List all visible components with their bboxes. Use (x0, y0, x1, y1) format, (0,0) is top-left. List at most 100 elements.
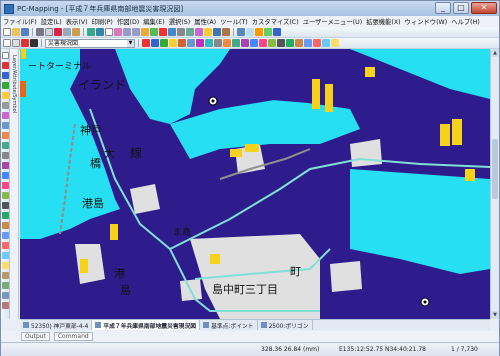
zoom-in-icon[interactable] (123, 28, 131, 36)
settings-tool-icon[interactable] (2, 302, 9, 309)
tool-icon[interactable] (222, 28, 230, 36)
text-icon[interactable] (169, 39, 177, 47)
pointer-icon[interactable] (105, 28, 113, 36)
merge-icon[interactable] (232, 39, 240, 47)
snap-icon[interactable] (205, 39, 213, 47)
node-tool-icon[interactable] (2, 82, 9, 89)
style-icon[interactable] (195, 28, 203, 36)
window-icon[interactable] (246, 28, 254, 36)
symbol-icon[interactable] (331, 39, 339, 47)
menu-view[interactable]: 表示(V) (64, 17, 90, 26)
map-canvas[interactable]: ートターミナル イランド 大 神戸 橋 線 港島 港 島 ま島 島中町三丁目 町 (20, 49, 490, 319)
export-tool-icon[interactable] (2, 292, 9, 299)
polyline-icon[interactable] (151, 39, 159, 47)
map-tool-icon[interactable] (2, 282, 9, 289)
menu-select[interactable]: 選択(S) (167, 17, 193, 26)
rotate-icon[interactable] (259, 39, 267, 47)
delete-tool-icon[interactable] (2, 202, 9, 209)
close-button[interactable]: ✕ (471, 2, 497, 14)
menu-edit[interactable]: 編集(E) (141, 17, 167, 26)
menu-customize[interactable]: カスタマイズ(C) (250, 17, 301, 26)
chevron-down-icon[interactable]: ▼ (127, 39, 134, 47)
symbol-tool-icon[interactable] (2, 262, 9, 269)
cut-tool-icon[interactable] (2, 132, 9, 139)
edit-tool-icon[interactable] (2, 72, 9, 79)
tab-output[interactable]: Output (21, 332, 50, 341)
buffer-tool-icon[interactable] (2, 162, 9, 169)
lasso-icon[interactable] (12, 39, 20, 47)
arc-icon[interactable] (196, 39, 204, 47)
buffer-icon[interactable] (241, 39, 249, 47)
attribute-icon[interactable] (286, 39, 294, 47)
cut-icon[interactable] (54, 28, 62, 36)
pen-icon[interactable] (21, 39, 29, 47)
minimize-button[interactable]: _ (435, 2, 451, 14)
fill-tool-icon[interactable] (2, 122, 9, 129)
menu-attribute[interactable]: 属性(A) (192, 17, 218, 26)
delete-icon[interactable] (277, 39, 285, 47)
menu-tools[interactable]: ツール(T) (218, 17, 250, 26)
query-tool-icon[interactable] (2, 232, 9, 239)
zoom-out-icon[interactable] (132, 28, 140, 36)
tab-command[interactable]: Command (53, 332, 93, 341)
split-icon[interactable] (223, 39, 231, 47)
print-icon[interactable] (36, 28, 44, 36)
rotate-tool-icon[interactable] (2, 182, 9, 189)
move-icon[interactable] (250, 39, 258, 47)
tab-polygon-2500[interactable]: 2500:ポリゴン (258, 320, 313, 330)
stop-icon[interactable] (159, 28, 167, 36)
check-icon[interactable] (264, 28, 272, 36)
layer-icon[interactable] (141, 28, 149, 36)
menu-window[interactable]: ウィンドウ(W) (403, 17, 450, 26)
vertex-icon[interactable] (214, 39, 222, 47)
select-tool-icon[interactable] (3, 39, 11, 47)
menu-help[interactable]: ヘルプ(H) (449, 17, 482, 26)
help-icon[interactable] (273, 28, 281, 36)
new-file-icon[interactable] (3, 28, 11, 36)
scroll-down-icon[interactable]: ▼ (491, 311, 499, 319)
menu-extensions[interactable]: 拡張機能(X) (364, 17, 402, 26)
info-icon[interactable] (213, 28, 221, 36)
tab-reference-points[interactable]: 基準点:ポイント (200, 320, 258, 330)
move-tool-icon[interactable] (2, 172, 9, 179)
menu-print[interactable]: 印刷(P) (90, 17, 115, 26)
grid-tool-icon[interactable] (2, 252, 9, 259)
scroll-thumb[interactable] (492, 139, 498, 199)
fill-icon[interactable] (322, 39, 330, 47)
scale-icon[interactable] (268, 39, 276, 47)
layer-select[interactable]: 災害現況図 ▼ (45, 38, 135, 48)
map-icon[interactable] (186, 28, 194, 36)
attribute-tool-icon[interactable] (2, 212, 9, 219)
export-icon[interactable] (255, 28, 263, 36)
table-icon[interactable] (237, 28, 245, 36)
text-tool-icon[interactable] (2, 92, 9, 99)
polygon-icon[interactable] (142, 39, 150, 47)
redo-icon[interactable] (96, 28, 104, 36)
side-panel-tab[interactable]: Layer/Attribute/Symbol (10, 49, 19, 319)
menu-settings[interactable]: 設定(L) (39, 17, 64, 26)
tab-kobe-east[interactable]: 52350) 神戸東部-4-4 (20, 320, 93, 330)
circle-icon[interactable] (187, 39, 195, 47)
point-icon[interactable] (160, 39, 168, 47)
arrow-tool-icon[interactable] (2, 52, 9, 59)
copy-icon[interactable] (63, 28, 71, 36)
query-icon[interactable] (304, 39, 312, 47)
tab-disaster-map[interactable]: 平成７年兵庫県南部地震災害現況図 (92, 320, 201, 330)
menu-file[interactable]: ファイル(F) (1, 17, 39, 26)
measure-tool-icon[interactable] (2, 152, 9, 159)
shape-tool-icon[interactable] (2, 112, 9, 119)
rectangle-icon[interactable] (178, 39, 186, 47)
grid-icon[interactable] (168, 28, 176, 36)
scale-tool-icon[interactable] (2, 192, 9, 199)
menu-user[interactable]: ユーザーメニュー(U) (301, 17, 365, 26)
maximize-button[interactable]: □ (453, 2, 469, 14)
undo-icon[interactable] (87, 28, 95, 36)
save-icon[interactable] (21, 28, 29, 36)
menu-draw[interactable]: 作図(D) (115, 17, 141, 26)
measure-icon[interactable] (177, 28, 185, 36)
label-tool-icon[interactable] (2, 222, 9, 229)
label-icon[interactable] (295, 39, 303, 47)
color-icon[interactable] (313, 39, 321, 47)
hand-icon[interactable] (114, 28, 122, 36)
layer-tool-icon[interactable] (2, 272, 9, 279)
